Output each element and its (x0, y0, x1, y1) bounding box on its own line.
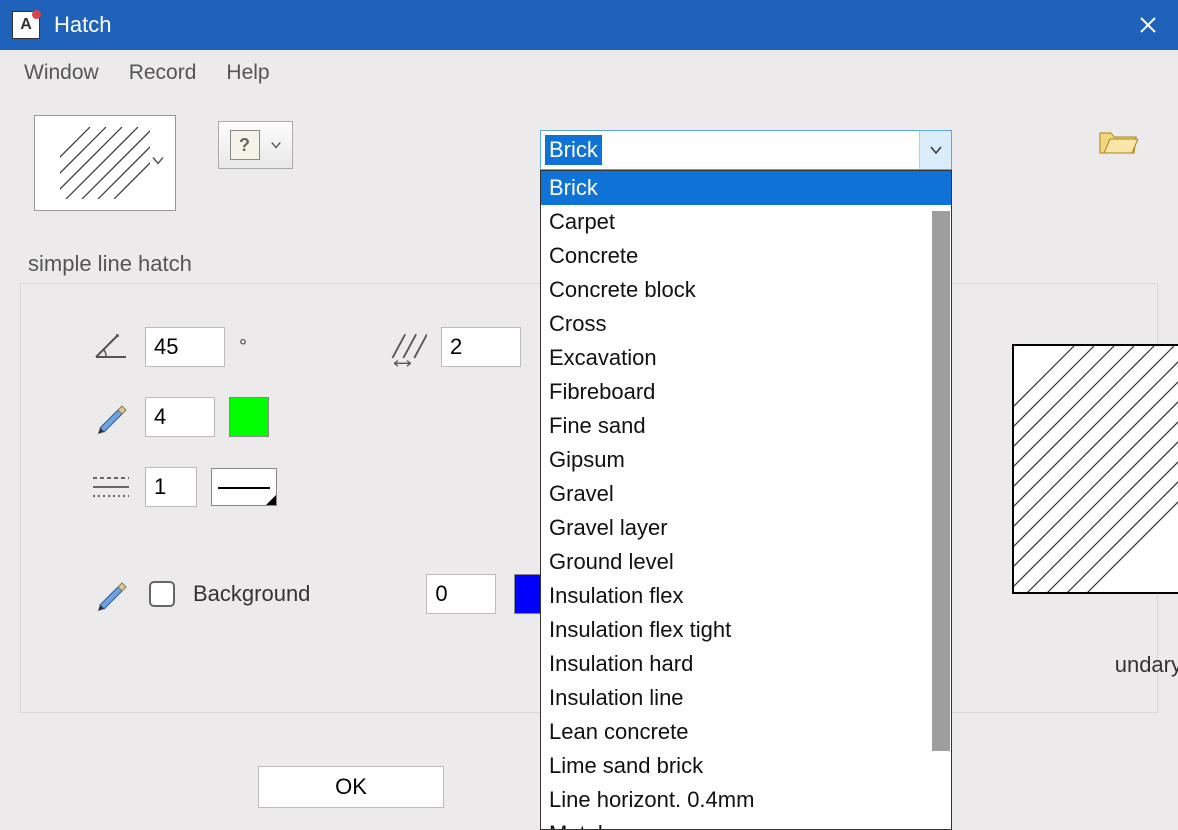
combo-option[interactable]: Excavation (541, 341, 951, 375)
hatch-big-preview (1012, 344, 1178, 594)
combo-scrollbar[interactable] (931, 211, 951, 823)
combo-option[interactable]: Lime sand brick (541, 749, 951, 783)
bg-pen-input[interactable] (426, 574, 496, 614)
combo-option[interactable]: Gravel layer (541, 511, 951, 545)
combo-option[interactable]: Fibreboard (541, 375, 951, 409)
angle-unit: ° (239, 336, 247, 359)
chevron-down-icon (151, 154, 165, 173)
angle-input[interactable] (145, 327, 225, 367)
combo-option[interactable]: Insulation flex tight (541, 613, 951, 647)
combo-arrow-button[interactable] (919, 131, 951, 169)
boundary-label-fragment: undary (1115, 652, 1178, 678)
app-icon: A (12, 11, 40, 39)
combo-option[interactable]: Gipsum (541, 443, 951, 477)
pen-input[interactable] (145, 397, 215, 437)
hatch-name-combo: Brick BrickCarpetConcreteConcrete blockC… (540, 130, 952, 830)
hatch-preview-dropdown[interactable] (34, 115, 176, 211)
close-icon (1139, 16, 1157, 34)
folder-icon (1098, 127, 1138, 157)
combo-option[interactable]: Gravel (541, 477, 951, 511)
close-button[interactable] (1118, 0, 1178, 50)
pen-color-swatch[interactable] (229, 397, 269, 437)
combo-option[interactable]: Lean concrete (541, 715, 951, 749)
row-linetype (91, 464, 277, 510)
angle-icon (91, 327, 131, 367)
hatch-pattern-icon (60, 127, 150, 199)
combo-option[interactable]: Cross (541, 307, 951, 341)
pencil-icon (91, 397, 131, 437)
combo-option[interactable]: Brick (541, 171, 951, 205)
titlebar: A Hatch (0, 0, 1178, 50)
linetype-swatch[interactable] (211, 468, 277, 506)
background-label: Background (193, 581, 310, 607)
combo-option[interactable]: Ground level (541, 545, 951, 579)
hatch-name-value: Brick (545, 135, 602, 165)
row-angle: ° (91, 324, 277, 370)
combo-option[interactable]: Fine sand (541, 409, 951, 443)
chevron-down-icon (270, 139, 282, 151)
combo-option[interactable]: Line horizont. 0.4mm (541, 783, 951, 817)
scrollbar-thumb[interactable] (932, 211, 950, 751)
combo-option[interactable]: Concrete block (541, 273, 951, 307)
window-title: Hatch (54, 12, 111, 38)
background-checkbox[interactable] (149, 581, 175, 607)
ok-button[interactable]: OK (258, 766, 444, 808)
hatch-type-dropdown[interactable]: ? (218, 121, 293, 169)
pencil-icon (91, 574, 131, 614)
combo-option[interactable]: Concrete (541, 239, 951, 273)
hatch-name-field[interactable]: Brick (540, 130, 952, 170)
open-folder-button[interactable] (1098, 127, 1138, 162)
linetype-input[interactable] (145, 467, 197, 507)
combo-option[interactable]: Carpet (541, 205, 951, 239)
row-pen (91, 394, 277, 440)
menu-record[interactable]: Record (129, 61, 197, 85)
hatch-name-list: BrickCarpetConcreteConcrete blockCrossEx… (540, 170, 952, 830)
menu-help[interactable]: Help (226, 61, 269, 85)
linetype-icon (91, 467, 131, 507)
spacing-input[interactable] (441, 327, 521, 367)
menubar: Window Record Help (0, 50, 1178, 95)
row-spacing (387, 324, 521, 370)
question-icon: ? (230, 130, 260, 160)
combo-option[interactable]: Insulation hard (541, 647, 951, 681)
combo-option[interactable]: Insulation line (541, 681, 951, 715)
chevron-down-icon (929, 143, 943, 157)
combo-option[interactable]: Insulation flex (541, 579, 951, 613)
spacing-icon (387, 327, 427, 367)
menu-window[interactable]: Window (24, 61, 99, 85)
